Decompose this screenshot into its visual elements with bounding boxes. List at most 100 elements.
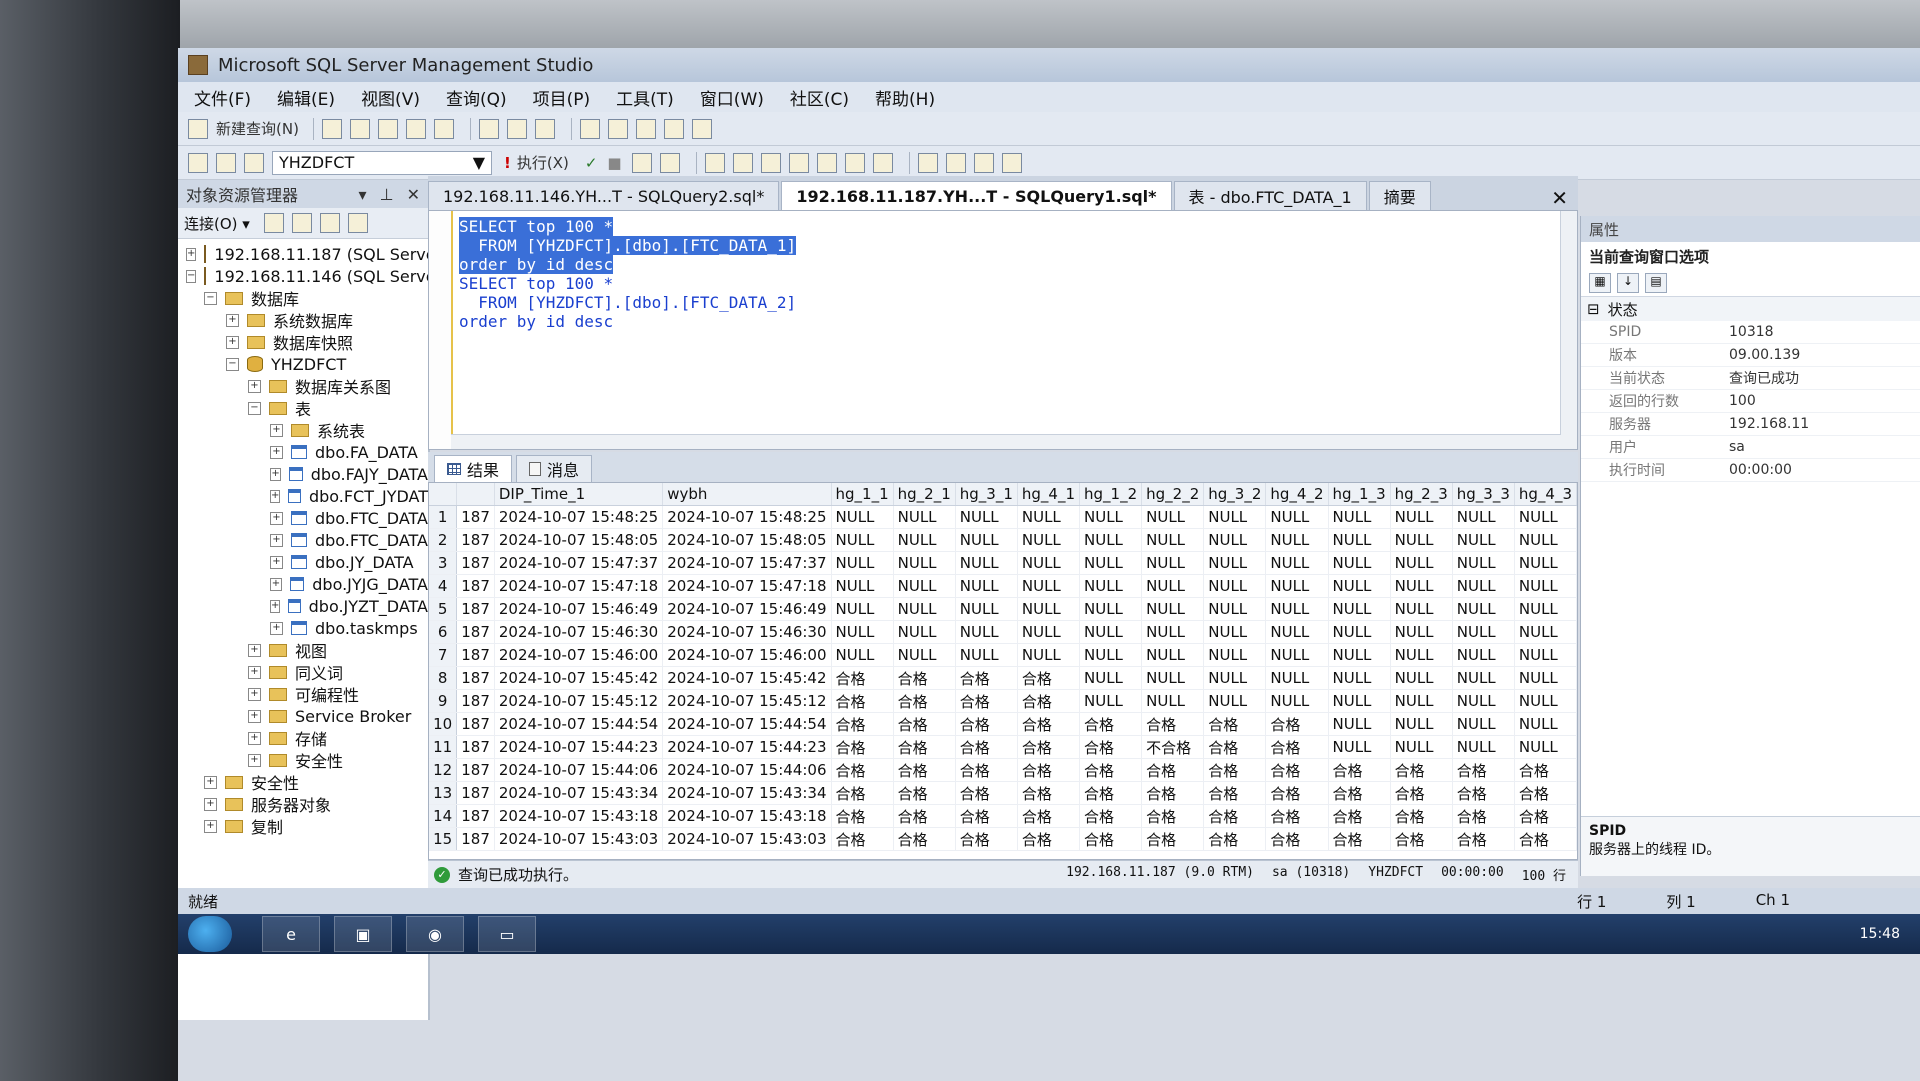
ie-icon[interactable]: e [262, 916, 320, 952]
tree-node[interactable]: + 可编程性 [178, 683, 428, 705]
increase-indent-icon[interactable] [1001, 152, 1022, 173]
table-cell[interactable]: 187 [456, 712, 495, 736]
table-cell[interactable]: 187 [456, 505, 495, 529]
row-number[interactable]: 3 [429, 551, 458, 575]
toolbox-icon[interactable] [691, 118, 712, 139]
table-cell[interactable]: NULL [1390, 643, 1453, 667]
table-cell[interactable]: NULL [1265, 574, 1329, 598]
table-cell[interactable]: 2024-10-07 15:46:30 [494, 620, 664, 644]
table-cell[interactable]: 合格 [1265, 712, 1329, 736]
table-cell[interactable]: 合格 [893, 804, 956, 828]
table-cell[interactable]: 合格 [1452, 804, 1515, 828]
tree-node[interactable]: − 192.168.11.146 (SQL Server [178, 265, 442, 287]
table-row[interactable]: 15 187 2024-10-07 15:43:03 2024-10-07 15:43… [429, 827, 1577, 851]
table-cell[interactable]: 合格 [1328, 827, 1391, 851]
menu-item[interactable]: 视图(V) [361, 85, 420, 110]
table-cell[interactable]: 合格 [893, 666, 956, 690]
row-number[interactable]: 15 [429, 827, 458, 851]
column-header[interactable]: DIP_Time_1 [494, 483, 664, 506]
table-cell[interactable]: 合格 [1017, 735, 1081, 759]
property-pages-icon[interactable]: ▤ [1645, 273, 1667, 293]
tree-node[interactable]: + 服务器对象 [178, 793, 428, 815]
execute-button[interactable]: 执行(X) [517, 151, 569, 175]
column-header[interactable]: hg_2_3 [1390, 483, 1453, 506]
table-cell[interactable]: 2024-10-07 15:46:49 [662, 597, 832, 621]
table-cell[interactable]: 2024-10-07 15:44:23 [494, 735, 664, 759]
tree-node[interactable]: − 数据库 [178, 287, 428, 309]
tree-node[interactable]: + 数据库关系图 [178, 375, 428, 397]
cancel-query-icon[interactable]: ■ [607, 154, 621, 172]
table-cell[interactable]: NULL [1265, 551, 1329, 575]
column-header[interactable]: hg_4_1 [1017, 483, 1081, 506]
categorized-icon[interactable]: ▦ [1589, 273, 1611, 293]
save-all-icon[interactable] [534, 118, 555, 139]
table-cell[interactable]: NULL [1017, 643, 1081, 667]
table-cell[interactable]: 合格 [1328, 804, 1391, 828]
table-cell[interactable]: NULL [1514, 712, 1577, 736]
table-row[interactable]: 11 187 2024-10-07 15:44:23 2024-10-07 15:44… [429, 735, 1577, 759]
table-cell[interactable]: 合格 [1141, 758, 1205, 782]
table-cell[interactable]: 合格 [1390, 804, 1453, 828]
tree-node[interactable]: + 存储 [178, 727, 428, 749]
tree-node[interactable]: + 安全性 [178, 749, 428, 771]
table-cell[interactable]: NULL [1328, 597, 1391, 621]
table-cell[interactable]: NULL [1452, 505, 1515, 529]
table-cell[interactable]: NULL [1265, 643, 1329, 667]
tab-results[interactable]: 结果 [434, 455, 513, 482]
table-row[interactable]: 8 187 2024-10-07 15:45:42 2024-10-07 15:45:… [429, 666, 1577, 690]
tree-node[interactable]: + 系统表 [178, 419, 428, 441]
table-cell[interactable]: 合格 [955, 712, 1018, 736]
table-cell[interactable]: 2024-10-07 15:43:34 [494, 781, 664, 805]
table-cell[interactable]: NULL [893, 643, 956, 667]
database-engine-query-icon[interactable] [349, 118, 370, 139]
table-cell[interactable]: 187 [456, 574, 495, 598]
table-row[interactable]: 6 187 2024-10-07 15:46:30 2024-10-07 15:46:… [429, 620, 1577, 644]
table-cell[interactable]: NULL [1141, 666, 1205, 690]
estimated-plan-icon[interactable] [631, 152, 652, 173]
row-number[interactable]: 9 [429, 689, 458, 713]
table-cell[interactable]: NULL [1265, 620, 1329, 644]
disconnect-icon[interactable] [216, 152, 236, 173]
row-number[interactable]: 14 [429, 804, 458, 828]
column-header[interactable]: hg_4_3 [1514, 483, 1577, 506]
registered-servers-icon[interactable] [579, 118, 600, 139]
code-line[interactable]: SELECT top 100 * [459, 274, 796, 293]
expand-icon[interactable]: + [270, 445, 283, 459]
table-cell[interactable]: NULL [1452, 551, 1515, 575]
tree-node[interactable]: + 同义词 [178, 661, 428, 683]
table-cell[interactable]: NULL [1514, 689, 1577, 713]
table-cell[interactable]: 合格 [1390, 827, 1453, 851]
table-cell[interactable]: NULL [1079, 643, 1143, 667]
table-cell[interactable]: NULL [1203, 689, 1267, 713]
table-cell[interactable]: NULL [1390, 528, 1453, 552]
table-cell[interactable]: 合格 [1203, 735, 1267, 759]
table-cell[interactable]: NULL [1328, 689, 1391, 713]
column-header[interactable]: wybh [662, 483, 832, 506]
table-cell[interactable]: NULL [1452, 643, 1515, 667]
table-cell[interactable]: NULL [1514, 643, 1577, 667]
tree-node[interactable]: + dbo.FTC_DATA [178, 507, 428, 529]
table-cell[interactable]: 187 [456, 666, 495, 690]
tree-node[interactable]: + 安全性 [178, 771, 428, 793]
table-cell[interactable]: NULL [1328, 505, 1391, 529]
collapse-icon[interactable]: ⊟ [1587, 300, 1600, 318]
table-cell[interactable]: NULL [1141, 643, 1205, 667]
table-cell[interactable]: NULL [1328, 528, 1391, 552]
property-row[interactable]: 执行时间 00:00:00 [1581, 459, 1920, 482]
table-cell[interactable]: NULL [831, 574, 894, 598]
table-cell[interactable]: NULL [893, 574, 956, 598]
table-cell[interactable]: 合格 [1141, 804, 1205, 828]
available-databases-select[interactable]: YHZDFCT ▼ [272, 150, 492, 175]
table-cell[interactable]: NULL [1514, 528, 1577, 552]
collapse-icon[interactable]: − [226, 357, 239, 371]
table-cell[interactable]: 合格 [1390, 758, 1453, 782]
table-row[interactable]: 13 187 2024-10-07 15:43:34 2024-10-07 15:43… [429, 781, 1577, 805]
table-cell[interactable]: NULL [1514, 597, 1577, 621]
table-cell[interactable]: 合格 [1017, 827, 1081, 851]
table-row[interactable]: 5 187 2024-10-07 15:46:49 2024-10-07 15:46:… [429, 597, 1577, 621]
table-cell[interactable]: 187 [456, 689, 495, 713]
table-cell[interactable]: NULL [1203, 666, 1267, 690]
table-cell[interactable]: 合格 [1079, 781, 1143, 805]
code-line[interactable]: FROM [YHZDFCT].[dbo].[FTC_DATA_1] [459, 236, 797, 255]
table-cell[interactable]: 合格 [1017, 781, 1081, 805]
